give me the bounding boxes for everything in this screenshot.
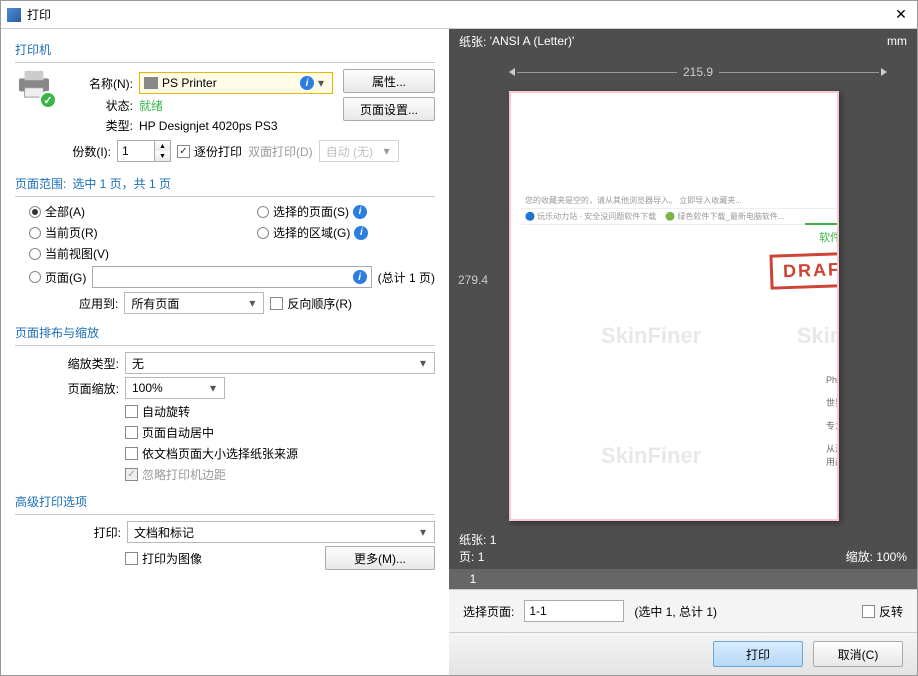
ignore-margins-checkbox — [125, 468, 138, 481]
pages-input[interactable]: i — [92, 266, 371, 288]
printer-small-icon — [144, 77, 158, 89]
info-icon[interactable]: i — [300, 76, 314, 90]
app-icon — [7, 8, 21, 22]
ruler-vertical: 279.4 — [449, 93, 497, 467]
page-tab[interactable]: 1 — [461, 569, 485, 589]
chevron-down-icon: ▾ — [380, 144, 394, 158]
select-pages-info: (选中 1, 总计 1) — [634, 603, 717, 620]
print-what-label: 打印: — [85, 524, 121, 541]
pages-total: (总计 1 页) — [378, 269, 435, 286]
draft-stamp: DRAFT — [769, 251, 839, 289]
page-preview[interactable]: 您的收藏夹是空的，请从其他浏览器导入。 立即导入收藏夹... 🔵 玩乐动力站 ·… — [509, 91, 839, 521]
page-scale-dropdown[interactable]: 100%▾ — [125, 377, 225, 399]
printer-icon: ✓ — [15, 69, 53, 107]
titlebar: 打印 ✕ — [1, 1, 917, 29]
watermark: SkinFiner — [601, 443, 701, 469]
print-what-dropdown[interactable]: 文档和标记▾ — [127, 521, 435, 543]
status-label: 状态: — [63, 97, 133, 114]
radio-current-view[interactable]: 当前视图(V) — [29, 245, 109, 262]
printer-section-header: 打印机 — [15, 39, 435, 63]
radio-selected-pages[interactable]: 选择的页面(S) — [257, 203, 349, 220]
reverse-checkbox[interactable] — [270, 297, 283, 310]
collate-label: 逐份打印 — [194, 143, 242, 160]
chevron-down-icon: ▾ — [245, 296, 259, 310]
radio-pages[interactable]: 页面(G) — [29, 269, 86, 286]
select-pages-input[interactable] — [524, 600, 624, 622]
type-value: HP Designjet 4020ps PS3 — [139, 119, 278, 133]
printer-name-dropdown[interactable]: PS Printer i ▾ — [139, 72, 333, 94]
chevron-down-icon: ▾ — [314, 76, 328, 90]
apply-to-label: 应用到: — [79, 295, 118, 312]
reverse-preview-checkbox[interactable] — [862, 605, 875, 618]
watermark: SkinFiner — [797, 323, 839, 349]
name-label: 名称(N): — [63, 75, 133, 92]
radio-selected-graphics[interactable]: 选择的区域(G) — [257, 224, 350, 241]
copies-label: 份数(I): — [63, 143, 111, 160]
scale-type-dropdown[interactable]: 无▾ — [125, 352, 435, 374]
auto-rotate-checkbox[interactable] — [125, 405, 138, 418]
select-pages-label: 选择页面: — [463, 603, 514, 620]
status-value: 就绪 — [139, 97, 163, 114]
spinner-up[interactable]: ▲ — [155, 141, 170, 151]
print-dialog: 打印 ✕ 打印机 ✓ 名称(N): — [0, 0, 918, 676]
close-icon[interactable]: ✕ — [891, 5, 911, 25]
spinner-down[interactable]: ▼ — [155, 151, 170, 161]
chevron-down-icon: ▾ — [416, 525, 430, 539]
page-setup-button[interactable]: 页面设置... — [343, 97, 435, 121]
type-label: 类型: — [63, 117, 133, 134]
preview-tab: 软件介绍 — [805, 223, 839, 249]
as-image-checkbox[interactable] — [125, 552, 138, 565]
range-section-header: 页面范围: 选中 1 页，共 1 页 — [15, 173, 435, 197]
scale-type-label: 缩放类型: — [55, 355, 119, 372]
print-button[interactable]: 打印 — [713, 641, 803, 667]
info-icon[interactable]: i — [353, 270, 367, 284]
more-button[interactable]: 更多(M)... — [325, 546, 435, 570]
choose-source-checkbox[interactable] — [125, 447, 138, 460]
collate-checkbox[interactable] — [177, 145, 190, 158]
info-icon[interactable]: i — [353, 205, 367, 219]
copies-input[interactable] — [118, 141, 154, 161]
preview-area: 215.9 279.4 您的收藏夹是空的，请从其他浏览器导入。 立即导入收藏夹.… — [449, 53, 917, 527]
cancel-button[interactable]: 取消(C) — [813, 641, 903, 667]
page-scale-label: 页面缩放: — [55, 380, 119, 397]
radio-all[interactable]: 全部(A) — [29, 203, 85, 220]
duplex-label: 双面打印(D) — [248, 143, 313, 160]
preview-status-bar: 纸张: 1 页: 1 缩放: 100% — [449, 527, 917, 569]
layout-section-header: 页面排布与缩放 — [15, 322, 435, 346]
auto-center-checkbox[interactable] — [125, 426, 138, 439]
radio-current-page[interactable]: 当前页(R) — [29, 224, 98, 241]
paper-header: 纸张: 'ANSI A (Letter)' mm — [449, 29, 917, 53]
chevron-down-icon: ▾ — [416, 356, 430, 370]
chevron-down-icon: ▾ — [206, 381, 220, 395]
window-title: 打印 — [27, 6, 891, 23]
ruler-horizontal: 215.9 — [509, 65, 887, 79]
duplex-dropdown: 自动 (无) ▾ — [319, 140, 399, 162]
properties-button[interactable]: 属性... — [343, 69, 435, 93]
info-icon[interactable]: i — [354, 226, 368, 240]
advanced-section-header: 高级打印选项 — [15, 491, 435, 515]
check-icon: ✓ — [39, 91, 57, 109]
watermark: SkinFiner — [601, 323, 701, 349]
apply-to-dropdown[interactable]: 所有页面▾ — [124, 292, 264, 314]
copies-spinner[interactable]: ▲▼ — [117, 140, 171, 162]
